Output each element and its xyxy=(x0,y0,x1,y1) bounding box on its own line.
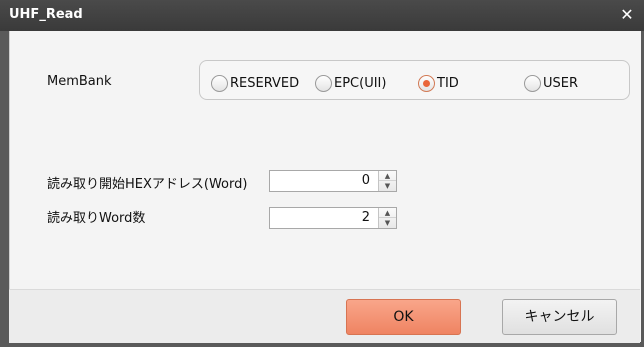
radio-tid-label: TID xyxy=(437,75,459,91)
radio-epc-circle[interactable] xyxy=(315,74,332,92)
spin-down-icon[interactable]: ▼ xyxy=(379,218,396,228)
radio-epc-label: EPC(UII) xyxy=(334,75,387,91)
word-count-label: 読み取りWord数 xyxy=(47,211,146,226)
radio-user-circle[interactable] xyxy=(524,74,541,92)
spin-up-icon[interactable]: ▲ xyxy=(379,171,396,181)
radio-reserved-circle[interactable] xyxy=(211,74,228,92)
cancel-button[interactable]: キャンセル xyxy=(502,299,617,335)
radio-epc[interactable]: EPC(UII) xyxy=(315,73,386,93)
spin-up-icon[interactable]: ▲ xyxy=(379,208,396,218)
ok-button[interactable]: OK xyxy=(346,299,461,335)
radio-user-label: USER xyxy=(543,75,579,91)
radio-tid-circle[interactable] xyxy=(418,74,435,92)
start-address-spin-buttons[interactable]: ▲ ▼ xyxy=(378,171,396,191)
spin-down-icon[interactable]: ▼ xyxy=(379,181,396,191)
start-address-value[interactable]: 0 xyxy=(362,173,370,188)
word-count-spin-buttons[interactable]: ▲ ▼ xyxy=(378,208,396,228)
word-count-spinner[interactable]: 2 ▲ ▼ xyxy=(269,207,397,229)
uhf-read-dialog: UHF_Read ✕ MemBank RESERVED EPC(UII) TID… xyxy=(0,0,644,347)
start-address-spinner[interactable]: 0 ▲ ▼ xyxy=(269,170,397,192)
radio-tid[interactable]: TID xyxy=(418,73,459,93)
window-title: UHF_Read xyxy=(9,7,83,22)
start-address-label: 読み取り開始HEXアドレス(Word) xyxy=(47,177,248,192)
close-icon[interactable]: ✕ xyxy=(616,4,638,26)
radio-reserved-label: RESERVED xyxy=(230,75,300,91)
title-bar[interactable]: UHF_Read ✕ xyxy=(0,0,644,31)
membank-label: MemBank xyxy=(47,74,112,89)
radio-selected-dot xyxy=(423,79,430,87)
word-count-value[interactable]: 2 xyxy=(362,210,370,225)
radio-reserved[interactable]: RESERVED xyxy=(211,73,299,93)
radio-user[interactable]: USER xyxy=(524,73,578,93)
